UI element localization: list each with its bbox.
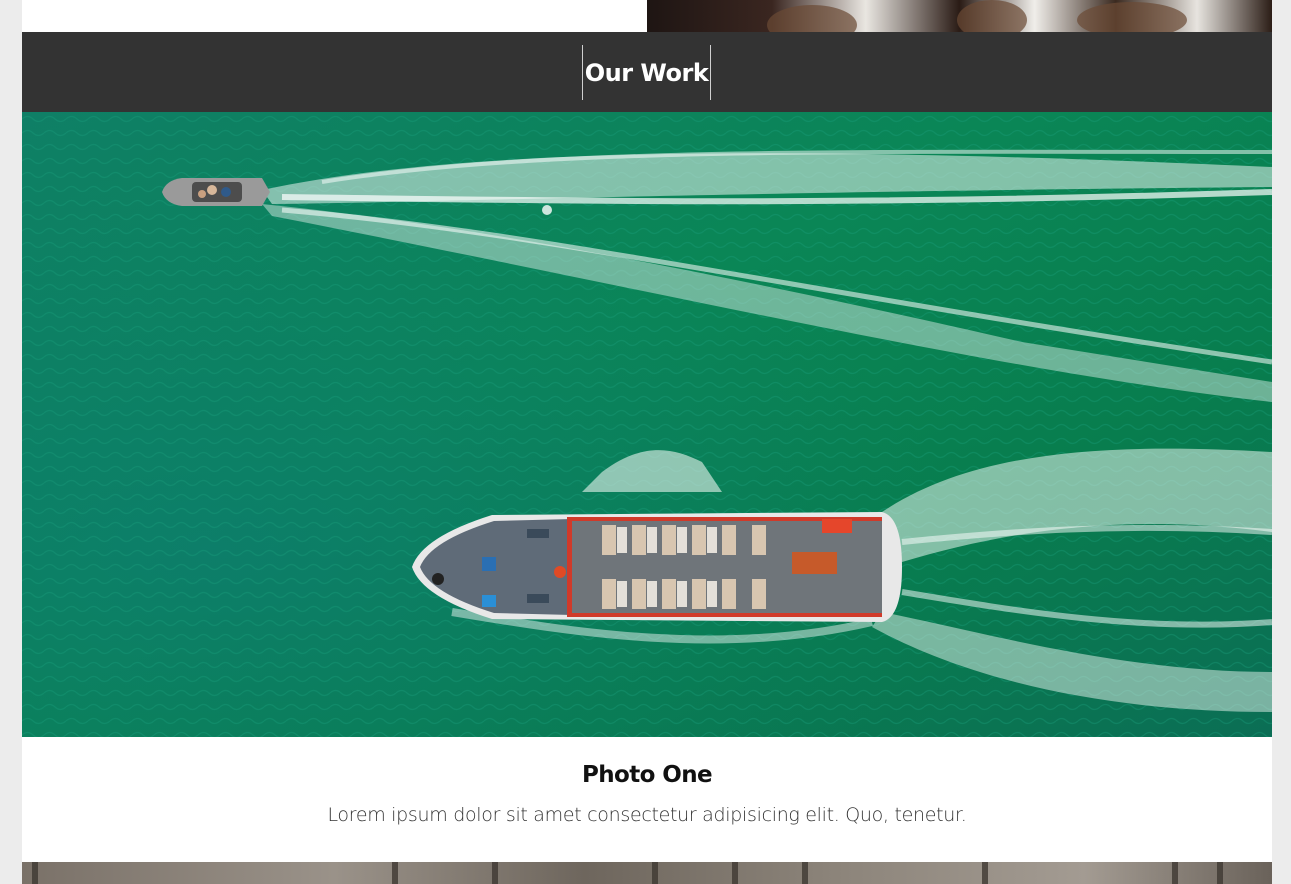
photo-caption: Photo One Lorem ipsum dolor sit amet con… [22,737,1272,862]
next-gallery-photo[interactable] [22,862,1272,884]
ferry-boat [412,512,902,622]
section-title: Our Work [584,58,709,87]
page-container: Our Work Photo One Lorem ipsum dolor sit… [22,0,1272,884]
gallery-photo[interactable] [22,112,1272,737]
boats-aerial-image [22,112,1272,737]
section-header: Our Work [22,32,1272,112]
section-title-frame: Our Work [582,45,711,100]
previous-section-remnant [22,0,647,32]
previous-photo-remnant [647,0,1272,32]
speedboat [162,178,270,206]
photo-description: Lorem ipsum dolor sit amet consectetur a… [327,804,967,826]
photo-title: Photo One [582,762,713,788]
